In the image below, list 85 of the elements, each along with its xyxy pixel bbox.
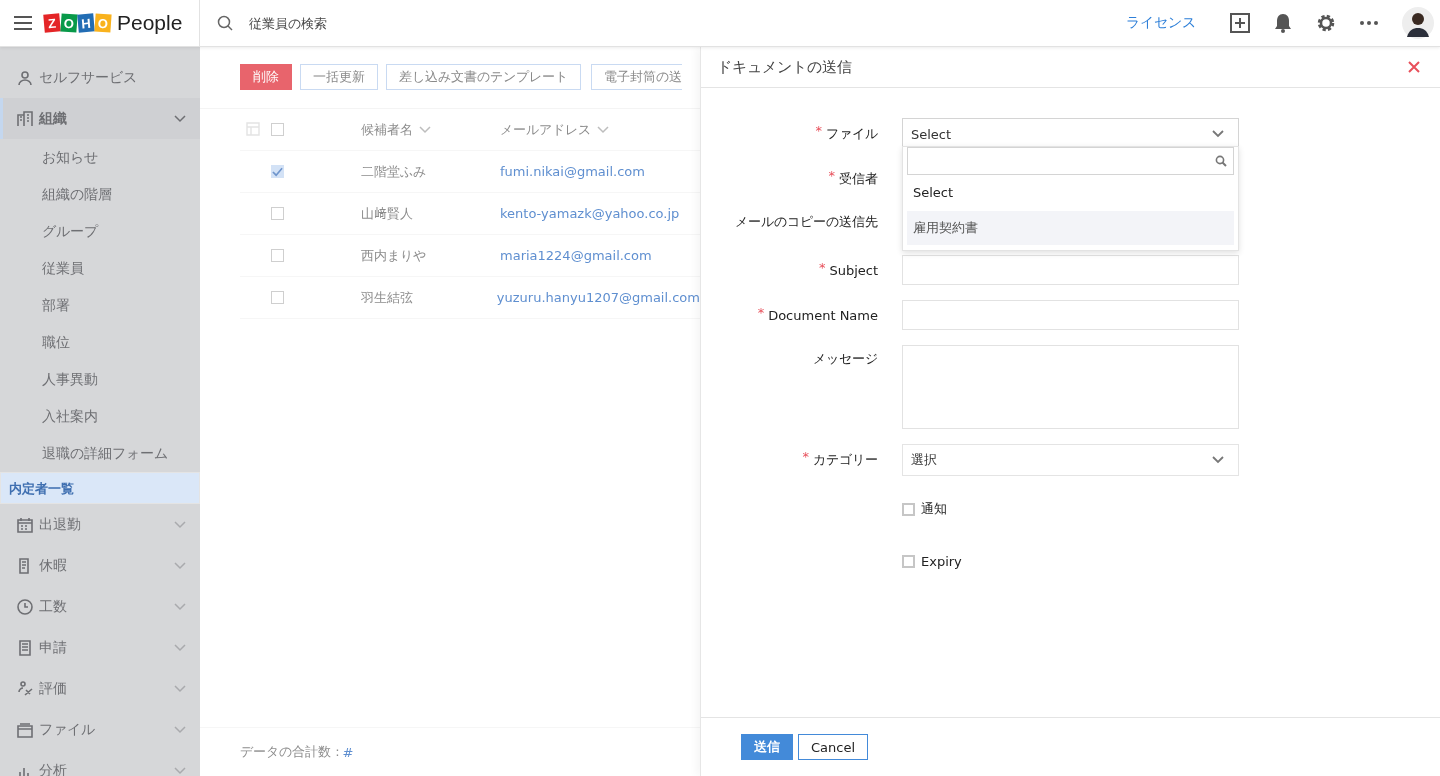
columns-icon[interactable] — [246, 121, 262, 138]
sidebar-item[interactable]: 分析 — [0, 750, 200, 776]
chevron-icon — [174, 684, 186, 693]
section-icon — [17, 721, 33, 738]
section-icon — [17, 110, 33, 127]
add-icon[interactable] — [1230, 13, 1250, 33]
checkbox-option[interactable]: 通知 — [902, 499, 947, 519]
sidebar-item[interactable]: セルフサービス — [0, 57, 200, 98]
table-cell-text: 二階堂ふみ — [361, 162, 427, 181]
form-button[interactable]: Cancel — [798, 734, 869, 760]
section-icon — [17, 639, 33, 656]
sidebar-subitem[interactable]: お知らせ — [0, 139, 200, 176]
input-field[interactable] — [902, 255, 1239, 285]
search-icon — [217, 15, 233, 31]
sidebar-subitem[interactable]: 内定者一覧 — [0, 472, 200, 504]
checkbox[interactable] — [271, 123, 284, 136]
search-field[interactable] — [907, 147, 1234, 175]
sidebar-subitem[interactable]: 従業員 — [0, 250, 200, 287]
license-link[interactable]: ライセンス — [1126, 14, 1196, 32]
email-link[interactable]: maria1224@gmail.com — [500, 248, 652, 263]
chevron-icon — [174, 766, 186, 775]
sidebar-item[interactable]: 評価 — [0, 668, 200, 709]
section-icon — [17, 69, 33, 86]
bell-icon[interactable] — [1274, 13, 1292, 33]
dropdown-option[interactable]: 雇用契約書 — [907, 211, 1234, 245]
input-field[interactable] — [902, 300, 1239, 330]
sidebar-subitem[interactable]: グループ — [0, 213, 200, 250]
avatar[interactable] — [1402, 7, 1434, 39]
message-field[interactable] — [902, 345, 1239, 429]
sidebar-subitem[interactable]: 入社案内 — [0, 398, 200, 435]
chevron-icon — [174, 114, 186, 123]
sidebar-subitem[interactable]: 退職の詳細フォーム — [0, 435, 200, 472]
email-link[interactable]: fumi.nikai@gmail.com — [500, 164, 645, 179]
settings-icon[interactable] — [1316, 13, 1336, 33]
section-icon — [17, 516, 33, 533]
checkbox[interactable] — [271, 207, 284, 220]
chevron-icon — [174, 643, 186, 652]
checkbox[interactable] — [271, 249, 284, 262]
sidebar-item[interactable]: 工数 — [0, 586, 200, 627]
chevron-icon — [174, 520, 186, 529]
sidebar-subitem[interactable]: 部署 — [0, 287, 200, 324]
toolbar-button[interactable]: 電子封筒の送 — [591, 64, 682, 90]
logo[interactable]: Z O H O People — [44, 11, 183, 35]
form-button[interactable]: 送信 — [741, 734, 793, 760]
checkbox[interactable] — [271, 291, 284, 304]
chevron-icon — [174, 725, 186, 734]
section-icon — [17, 598, 33, 615]
table-cell-text: 羽生結弦 — [361, 288, 414, 307]
sidebar-subitem[interactable]: 組織の階層 — [0, 176, 200, 213]
menu-icon[interactable] — [14, 16, 32, 30]
total-count: # — [342, 744, 354, 760]
sidebar-item[interactable]: ファイル — [0, 709, 200, 750]
chevron-icon — [419, 125, 431, 134]
table-cell-text: 山﨑賢人 — [361, 204, 414, 223]
toolbar-button[interactable]: 一括更新 — [300, 64, 378, 90]
column-header[interactable]: メールアドレス — [500, 120, 609, 139]
sidebar-item[interactable]: 休暇 — [0, 545, 200, 586]
checkbox[interactable] — [271, 165, 284, 178]
section-icon — [17, 680, 33, 697]
chevron-icon — [174, 602, 186, 611]
sidebar-subitem[interactable]: 人事異動 — [0, 361, 200, 398]
table-cell-text: 西内まりや — [361, 246, 427, 265]
checkbox-option[interactable]: Expiry — [902, 551, 962, 571]
search-icon — [1215, 155, 1227, 167]
chevron-icon — [597, 125, 609, 134]
sidebar-item[interactable]: 申請 — [0, 627, 200, 668]
field-label: メールのコピーの送信先 — [735, 214, 878, 229]
total-label: データの合計数 : — [240, 743, 340, 761]
toolbar-button[interactable]: 差し込み文書のテンプレート — [386, 64, 581, 90]
sidebar-item[interactable]: 出退勤 — [0, 504, 200, 545]
toolbar-button[interactable]: 削除 — [240, 64, 292, 90]
email-link[interactable]: kento-yamazk@yahoo.co.jp — [500, 206, 680, 221]
sidebar-subitem[interactable]: 職位 — [0, 324, 200, 361]
panel-title: ドキュメントの送信 — [717, 57, 852, 77]
chevron-icon — [174, 561, 186, 570]
caret-icon — [1212, 456, 1224, 464]
dropdown-option[interactable]: Select — [907, 176, 1234, 210]
caret-icon — [1212, 130, 1224, 138]
sidebar-item[interactable]: 組織 — [0, 98, 200, 139]
more-icon[interactable] — [1360, 21, 1378, 25]
close-icon[interactable] — [1408, 61, 1420, 73]
column-header[interactable]: 候補者名 — [361, 120, 500, 139]
field-label: メッセージ — [813, 351, 878, 366]
select-field[interactable]: 選択 — [902, 444, 1239, 476]
email-link[interactable]: yuzuru.hanyu1207@gmail.com — [496, 290, 700, 305]
